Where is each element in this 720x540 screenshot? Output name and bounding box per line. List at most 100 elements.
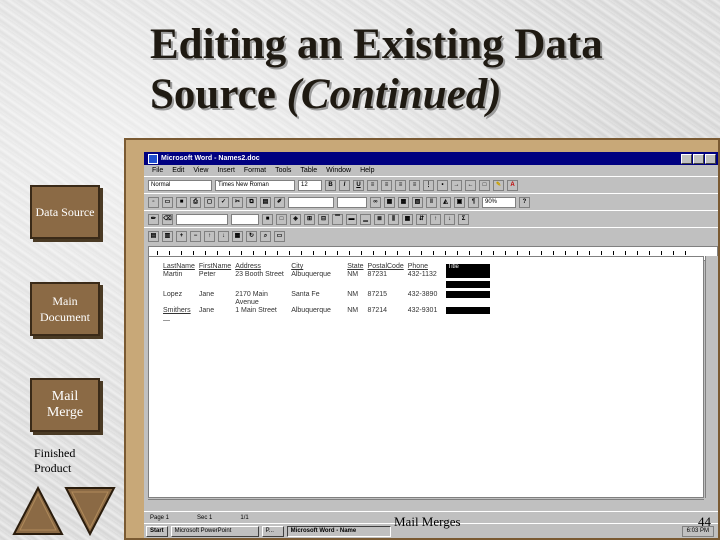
- hyperlink-icon[interactable]: ∞: [370, 196, 381, 208]
- table-cell[interactable]: Martin: [163, 271, 199, 291]
- line-weight-select[interactable]: [231, 213, 259, 225]
- data-form-icon[interactable]: ▤: [148, 230, 159, 242]
- vertical-scrollbar[interactable]: [705, 256, 718, 498]
- header-cell[interactable]: Address: [235, 263, 291, 271]
- update-field-icon[interactable]: ↻: [246, 230, 257, 242]
- selected-field-title[interactable]: Title: [445, 264, 490, 271]
- draw-table-icon[interactable]: ✏: [148, 213, 159, 225]
- sort-za-icon[interactable]: ↓: [218, 230, 229, 242]
- table-cell[interactable]: 432-9301: [408, 307, 446, 317]
- find-record-icon[interactable]: ⌕: [260, 230, 271, 242]
- shading-icon[interactable]: ◈: [290, 213, 301, 225]
- nav-finished-product[interactable]: Finished Product: [34, 446, 104, 476]
- header-cell[interactable]: Phone: [408, 263, 446, 271]
- table-cell[interactable]: Smithers: [163, 307, 199, 317]
- align-bottom-icon[interactable]: ▁: [360, 213, 371, 225]
- table-cell[interactable]: 2170 Main Avenue: [235, 291, 291, 307]
- center-vert-icon[interactable]: ▬: [346, 213, 357, 225]
- sort-descending-icon[interactable]: ↓: [444, 213, 455, 225]
- forward-arrow-icon[interactable]: [64, 484, 116, 536]
- menu-window[interactable]: Window: [326, 167, 351, 174]
- table-cell[interactable]: Jane: [199, 291, 235, 307]
- undo-list[interactable]: [288, 196, 334, 208]
- task-word[interactable]: Microsoft Word - Name: [286, 525, 391, 537]
- justify-icon[interactable]: ≡: [409, 179, 420, 191]
- menu-format[interactable]: Format: [244, 167, 266, 174]
- horizontal-scrollbar[interactable]: [148, 499, 704, 510]
- menu-table[interactable]: Table: [300, 167, 317, 174]
- nav-mail-merge[interactable]: Mail Merge: [30, 378, 100, 432]
- menu-insert[interactable]: Insert: [217, 167, 235, 174]
- drawing-icon[interactable]: ◭: [440, 196, 451, 208]
- autosum-icon[interactable]: Σ: [458, 213, 469, 225]
- tables-borders-icon[interactable]: ▦: [384, 196, 395, 208]
- outdent-icon[interactable]: ←: [465, 179, 476, 191]
- outside-border-icon[interactable]: □: [276, 213, 287, 225]
- table-cell[interactable]: 432-3890: [408, 291, 446, 307]
- insert-excel-icon[interactable]: ▧: [412, 196, 423, 208]
- size-select[interactable]: 12: [298, 179, 322, 191]
- help-icon[interactable]: ?: [519, 196, 530, 208]
- redo-list[interactable]: [337, 196, 367, 208]
- print-icon[interactable]: ⎙: [190, 196, 201, 208]
- border-color-icon[interactable]: ■: [262, 213, 273, 225]
- header-cell[interactable]: LastName: [163, 263, 199, 271]
- table-cell[interactable]: 87231: [368, 271, 408, 291]
- header-cell[interactable]: Title: [445, 263, 494, 271]
- table-cell-selected[interactable]: [445, 271, 494, 291]
- align-left-icon[interactable]: ≡: [367, 179, 378, 191]
- numbering-icon[interactable]: ⋮: [423, 179, 434, 191]
- align-top-icon[interactable]: ▔: [332, 213, 343, 225]
- table-cell-selected[interactable]: [445, 307, 494, 317]
- table-cell[interactable]: NM: [347, 307, 367, 317]
- sort-ascending-icon[interactable]: ↑: [430, 213, 441, 225]
- table-cell[interactable]: Peter: [199, 271, 235, 291]
- task-powerpoint[interactable]: Microsoft PowerPoint: [170, 525, 259, 537]
- insert-table-icon[interactable]: ▦: [398, 196, 409, 208]
- font-color-icon[interactable]: A: [507, 179, 518, 191]
- header-cell[interactable]: PostalCode: [368, 263, 408, 271]
- font-select[interactable]: Times New Roman: [215, 179, 295, 191]
- table-cell-selected[interactable]: [445, 291, 494, 307]
- highlight-icon[interactable]: ✎: [493, 179, 504, 191]
- document-area[interactable]: LastName FirstName Address City State Po…: [148, 256, 704, 498]
- bold-button[interactable]: B: [325, 179, 336, 191]
- autoformat-icon[interactable]: ▦: [402, 213, 413, 225]
- table-cell[interactable]: 23 Booth Street: [235, 271, 291, 291]
- close-button[interactable]: [705, 154, 716, 164]
- docmap-icon[interactable]: ▣: [454, 196, 465, 208]
- distribute-rows-icon[interactable]: ≣: [374, 213, 385, 225]
- table-cell[interactable]: Albuquerque: [291, 271, 347, 291]
- menu-help[interactable]: Help: [360, 167, 374, 174]
- save-icon[interactable]: ■: [176, 196, 187, 208]
- merge-cells-icon[interactable]: ⊞: [304, 213, 315, 225]
- style-select[interactable]: Normal: [148, 179, 212, 191]
- align-center-icon[interactable]: ≡: [381, 179, 392, 191]
- delete-record-icon[interactable]: −: [190, 230, 201, 242]
- cut-icon[interactable]: ✂: [232, 196, 243, 208]
- menu-edit[interactable]: Edit: [172, 167, 184, 174]
- table-cell[interactable]: NM: [347, 271, 367, 291]
- table-cell[interactable]: 1 Main Street: [235, 307, 291, 317]
- underline-button[interactable]: U: [353, 179, 364, 191]
- main-document-icon[interactable]: ▭: [274, 230, 285, 242]
- add-record-icon[interactable]: +: [176, 230, 187, 242]
- header-cell[interactable]: City: [291, 263, 347, 271]
- nav-main-document[interactable]: Main Document: [30, 282, 100, 336]
- table-cell[interactable]: Lopez: [163, 291, 199, 307]
- format-painter-icon[interactable]: ✐: [274, 196, 285, 208]
- split-cells-icon[interactable]: ⊟: [318, 213, 329, 225]
- menu-file[interactable]: File: [152, 167, 163, 174]
- distribute-cols-icon[interactable]: ⫼: [388, 213, 399, 225]
- text-direction-icon[interactable]: ⇵: [416, 213, 427, 225]
- copy-icon[interactable]: ⧉: [246, 196, 257, 208]
- indent-icon[interactable]: →: [451, 179, 462, 191]
- start-button[interactable]: Start: [146, 525, 168, 537]
- maximize-button[interactable]: [693, 154, 704, 164]
- open-icon[interactable]: ▭: [162, 196, 173, 208]
- italic-button[interactable]: I: [339, 179, 350, 191]
- insert-database-icon[interactable]: ▦: [232, 230, 243, 242]
- sort-az-icon[interactable]: ↑: [204, 230, 215, 242]
- line-style-select[interactable]: [176, 213, 228, 225]
- new-icon[interactable]: ▫: [148, 196, 159, 208]
